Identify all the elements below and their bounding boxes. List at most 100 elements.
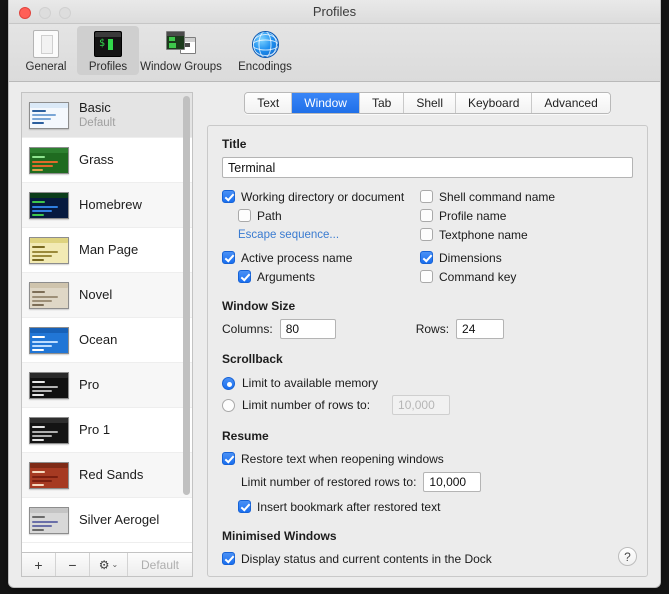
- list-item[interactable]: Silver Aerogel: [22, 498, 192, 543]
- profile-thumbnail: [29, 147, 69, 174]
- checkbox-label: Dimensions: [439, 251, 502, 265]
- profile-default-badge: Default: [79, 116, 115, 130]
- checkbox-indicator: [238, 500, 251, 513]
- checkbox-indicator: [420, 270, 433, 283]
- scrollback-heading: Scrollback: [222, 352, 633, 366]
- minimised-windows-section: Minimised Windows Display status and cur…: [222, 529, 633, 568]
- columns-input[interactable]: 80: [280, 319, 336, 339]
- list-item[interactable]: Ocean: [22, 318, 192, 363]
- list-item[interactable]: Basic Default: [22, 93, 192, 138]
- scrollbar-thumb[interactable]: [183, 96, 190, 495]
- checkbox-label: Insert bookmark after restored text: [257, 500, 440, 514]
- checkbox-indicator: [238, 270, 251, 283]
- checkbox-indicator: [420, 228, 433, 241]
- profile-name: Pro: [79, 377, 99, 393]
- checkbox-label: Arguments: [257, 270, 315, 284]
- radio-label: Limit to available memory: [242, 376, 378, 390]
- profile-thumbnail: [29, 372, 69, 399]
- scrollback-rows-input[interactable]: 10,000: [392, 395, 450, 415]
- profiles-preferences-window: Profiles General $ Profiles: [8, 0, 661, 588]
- profile-name: Red Sands: [79, 467, 143, 483]
- profiles-icon: $: [93, 29, 123, 59]
- toolbar-label-window-groups: Window Groups: [140, 61, 222, 73]
- checkbox-working-directory[interactable]: Working directory or document: [222, 187, 420, 206]
- checkbox-label: Command key: [439, 270, 516, 284]
- profile-actions-button[interactable]: ⚙ ⌄: [90, 553, 128, 576]
- toolbar-item-profiles[interactable]: $ Profiles: [77, 26, 139, 75]
- profile-name: Grass: [79, 152, 114, 168]
- window-settings-card: Title Terminal Working directory or docu…: [207, 125, 648, 577]
- profile-list-scrollbar[interactable]: [182, 96, 190, 549]
- set-default-button[interactable]: Default: [128, 553, 192, 576]
- checkbox-display-dock-status[interactable]: Display status and current contents in t…: [222, 549, 633, 568]
- profile-list[interactable]: Basic Default Grass: [21, 92, 193, 552]
- preferences-body: Basic Default Grass: [9, 82, 660, 587]
- toolbar-label-profiles: Profiles: [89, 61, 127, 73]
- title-input[interactable]: Terminal: [222, 157, 633, 178]
- checkbox-profile-name[interactable]: Profile name: [420, 206, 633, 225]
- chevron-down-icon: ⌄: [112, 560, 119, 569]
- checkbox-dimensions[interactable]: Dimensions: [420, 248, 633, 267]
- window-size-fields: Columns: 80 Rows: 24: [222, 319, 633, 339]
- title-section: Title Terminal Working directory or docu…: [222, 137, 633, 286]
- profile-list-column: Basic Default Grass: [21, 92, 193, 577]
- checkbox-label: Textphone name: [439, 228, 528, 242]
- checkbox-label: Restore text when reopening windows: [241, 452, 444, 466]
- checkbox-insert-bookmark[interactable]: Insert bookmark after restored text: [222, 497, 633, 516]
- toolbar-item-window-groups[interactable]: Window Groups: [139, 26, 223, 75]
- list-item[interactable]: Grass: [22, 138, 192, 183]
- radio-limit-rows[interactable]: Limit number of rows to: 10,000: [222, 394, 633, 416]
- tab-keyboard[interactable]: Keyboard: [456, 93, 532, 113]
- scrollback-section: Scrollback Limit to available memory Lim…: [222, 352, 633, 416]
- profile-name: Homebrew: [79, 197, 142, 213]
- rows-input[interactable]: 24: [456, 319, 504, 339]
- list-item[interactable]: Novel: [22, 273, 192, 318]
- list-item[interactable]: Pro 1: [22, 408, 192, 453]
- window-titlebar: Profiles: [9, 0, 660, 24]
- checkbox-label: Working directory or document: [241, 190, 404, 204]
- checkbox-indicator: [420, 251, 433, 264]
- window-size-heading: Window Size: [222, 299, 633, 313]
- general-icon: [31, 29, 61, 59]
- checkbox-arguments[interactable]: Arguments: [222, 267, 420, 286]
- toolbar-item-general[interactable]: General: [15, 26, 77, 75]
- checkbox-textphone-name[interactable]: Textphone name: [420, 225, 633, 244]
- checkbox-command-key[interactable]: Command key: [420, 267, 633, 286]
- remove-profile-button[interactable]: −: [56, 553, 90, 576]
- title-options-right: Shell command name Profile name Textphon…: [420, 187, 633, 286]
- resume-heading: Resume: [222, 429, 633, 443]
- checkbox-label: Shell command name: [439, 190, 555, 204]
- tab-shell[interactable]: Shell: [404, 93, 456, 113]
- list-item[interactable]: Man Page: [22, 228, 192, 273]
- toolbar-item-encodings[interactable]: Encodings: [223, 26, 307, 75]
- add-profile-button[interactable]: +: [22, 553, 56, 576]
- checkbox-shell-command-name[interactable]: Shell command name: [420, 187, 633, 206]
- toolbar-label-encodings: Encodings: [238, 61, 292, 73]
- help-button[interactable]: ?: [618, 547, 637, 566]
- profile-name: Man Page: [79, 242, 138, 258]
- list-item[interactable]: Homebrew: [22, 183, 192, 228]
- gear-icon: ⚙: [99, 558, 110, 572]
- profile-thumbnail: [29, 282, 69, 309]
- radio-indicator: [222, 399, 235, 412]
- escape-sequence-link[interactable]: Escape sequence...: [222, 225, 420, 244]
- list-item[interactable]: Red Sands: [22, 453, 192, 498]
- tab-tab[interactable]: Tab: [360, 93, 404, 113]
- list-item[interactable]: Pro: [22, 363, 192, 408]
- tab-advanced[interactable]: Advanced: [532, 93, 609, 113]
- minimised-windows-heading: Minimised Windows: [222, 529, 633, 543]
- toolbar-label-general: General: [26, 61, 67, 73]
- checkbox-restore-text[interactable]: Restore text when reopening windows: [222, 449, 633, 468]
- profile-thumbnail: [29, 462, 69, 489]
- checkbox-path[interactable]: Path: [222, 206, 420, 225]
- checkbox-label: Path: [257, 209, 282, 223]
- tab-text[interactable]: Text: [245, 93, 292, 113]
- profile-name: Ocean: [79, 332, 117, 348]
- restored-rows-input[interactable]: 10,000: [423, 472, 481, 492]
- checkbox-active-process-name[interactable]: Active process name: [222, 248, 420, 267]
- radio-limit-memory[interactable]: Limit to available memory: [222, 372, 633, 394]
- checkbox-indicator: [222, 452, 235, 465]
- tab-window[interactable]: Window: [292, 93, 360, 113]
- profile-thumbnail: [29, 192, 69, 219]
- checkbox-label: Profile name: [439, 209, 506, 223]
